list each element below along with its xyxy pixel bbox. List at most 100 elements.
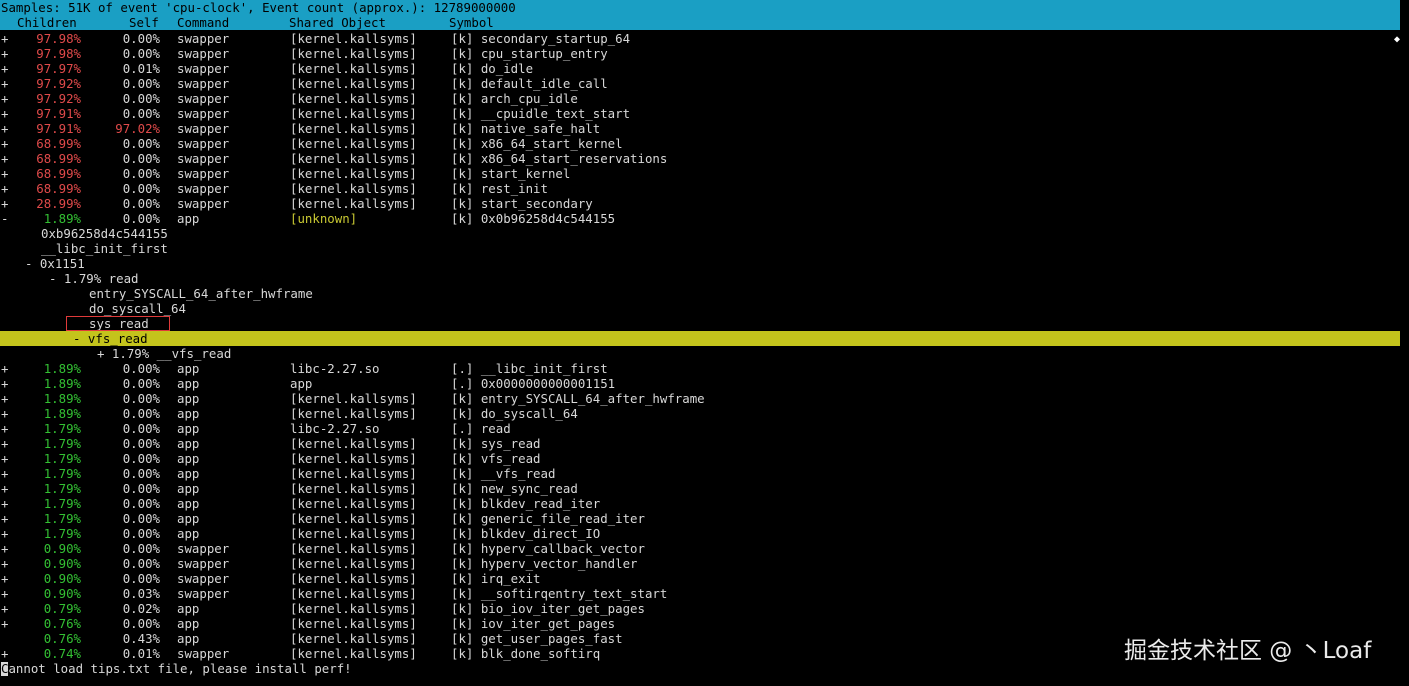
symbol-name: [k] __cpuidle_text_start <box>451 106 631 121</box>
command-name: swapper <box>177 61 230 76</box>
col-self: Self <box>129 15 159 30</box>
report-entry-row[interactable]: +0.90% 0.00% swapper [kernel.kallsyms] [k] i… <box>0 571 1400 586</box>
children-percent: 28.99% <box>36 196 81 211</box>
shared-object: [kernel.kallsyms] <box>290 406 417 421</box>
report-entry-row[interactable]: +97.97% 0.01% swapper [kernel.kallsyms] [k] … <box>0 61 1400 76</box>
children-percent: 0.90% <box>43 586 81 601</box>
status-line: Cannot load tips.txt file, please instal… <box>1 661 352 676</box>
children-percent: 0.90% <box>43 556 81 571</box>
callchain-row[interactable]: entry_SYSCALL_64_after_hwframe <box>0 286 1400 301</box>
col-command: Command <box>177 15 230 30</box>
report-entry-row[interactable]: +97.91% 97.02% swapper [kernel.kallsyms] [k]… <box>0 121 1400 136</box>
symbol-name: [k] 0x0b96258d4c544155 <box>451 211 616 226</box>
callchain-row-selected[interactable]: - vfs_read <box>0 331 1400 346</box>
report-entry-row[interactable]: +28.99% 0.00% swapper [kernel.kallsyms] [k] … <box>0 196 1400 211</box>
report-entry-row[interactable]: +97.92% 0.00% swapper [kernel.kallsyms] [k] … <box>0 91 1400 106</box>
callchain-frame: - 1.79% read <box>49 271 139 286</box>
status-first-char: C <box>1 661 9 676</box>
shared-object: [kernel.kallsyms] <box>290 76 417 91</box>
report-entry-row[interactable]: +0.90% 0.03% swapper [kernel.kallsyms] [k] _… <box>0 586 1400 601</box>
report-entry-row[interactable]: +0.79% 0.02% app [kernel.kallsyms] [k] bio_i… <box>0 601 1400 616</box>
callchain-row[interactable]: - 0x1151 <box>0 256 1400 271</box>
report-entry-row[interactable]: +97.92% 0.00% swapper [kernel.kallsyms] [k] … <box>0 76 1400 91</box>
command-name: swapper <box>177 196 230 211</box>
children-percent: 1.79% <box>43 511 81 526</box>
callchain-frame: entry_SYSCALL_64_after_hwframe <box>89 286 313 301</box>
self-percent: 0.00% <box>122 511 160 526</box>
shared-object: app <box>290 376 313 391</box>
callchain-row[interactable]: - 1.79% read <box>0 271 1400 286</box>
report-entry-row[interactable]: +0.76% 0.00% app [kernel.kallsyms] [k] iov_i… <box>0 616 1400 631</box>
shared-object: [kernel.kallsyms] <box>290 481 417 496</box>
report-entry-row[interactable]: -1.89% 0.00% app [unknown] [k] 0x0b96258d4c5… <box>0 211 1400 226</box>
report-entry-row[interactable]: +97.98% 0.00% swapper [kernel.kallsyms] [k] … <box>0 31 1400 46</box>
children-percent: 97.91% <box>36 121 81 136</box>
self-percent: 0.00% <box>122 466 160 481</box>
command-name: swapper <box>177 76 230 91</box>
report-entry-row[interactable]: +68.99% 0.00% swapper [kernel.kallsyms] [k] … <box>0 151 1400 166</box>
report-entry-row[interactable]: +1.89% 0.00% app app [.] 0x0000000000001151 <box>0 376 1400 391</box>
report-entry-row[interactable]: +1.89% 0.00% app [kernel.kallsyms] [k] do_sy… <box>0 406 1400 421</box>
report-entry-row[interactable]: +0.90% 0.00% swapper [kernel.kallsyms] [k] h… <box>0 556 1400 571</box>
report-entry-row[interactable]: +68.99% 0.00% swapper [kernel.kallsyms] [k] … <box>0 166 1400 181</box>
samples-header-row: Samples: 51K of event 'cpu-clock', Event… <box>0 0 1400 15</box>
symbol-name: [k] start_kernel <box>451 166 571 181</box>
perf-report-terminal: Samples: 51K of event 'cpu-clock', Event… <box>0 0 1409 686</box>
command-name: app <box>177 436 200 451</box>
children-percent: 1.89% <box>43 376 81 391</box>
callchain-frame: - vfs_read <box>73 331 148 346</box>
self-percent: 0.03% <box>122 586 160 601</box>
command-name: swapper <box>177 91 230 106</box>
self-percent: 0.00% <box>122 526 160 541</box>
self-percent: 0.01% <box>122 646 160 661</box>
report-entry-row[interactable]: +1.79% 0.00% app [kernel.kallsyms] [k] new_s… <box>0 481 1400 496</box>
command-name: swapper <box>177 586 230 601</box>
children-percent: 1.89% <box>43 391 81 406</box>
callchain-frame: - 0x1151 <box>25 256 85 271</box>
report-entry-row[interactable]: +68.99% 0.00% swapper [kernel.kallsyms] [k] … <box>0 136 1400 151</box>
shared-object: [kernel.kallsyms] <box>290 31 417 46</box>
callchain-row[interactable]: sys_read <box>0 316 1400 331</box>
self-percent: 0.00% <box>122 616 160 631</box>
command-name: swapper <box>177 31 230 46</box>
command-name: app <box>177 406 200 421</box>
children-percent: 97.92% <box>36 91 81 106</box>
report-entry-row[interactable]: +1.79% 0.00% app libc-2.27.so [.] read <box>0 421 1400 436</box>
report-entry-row[interactable]: +1.79% 0.00% app [kernel.kallsyms] [k] vfs_r… <box>0 451 1400 466</box>
report-entry-row[interactable]: +97.98% 0.00% swapper [kernel.kallsyms] [k] … <box>0 46 1400 61</box>
shared-object: [kernel.kallsyms] <box>290 556 417 571</box>
command-name: swapper <box>177 646 230 661</box>
callchain-row[interactable]: 0xb96258d4c544155 <box>0 226 1400 241</box>
symbol-name: [k] __softirqentry_text_start <box>451 586 668 601</box>
report-entry-row[interactable]: +68.99% 0.00% swapper [kernel.kallsyms] [k] … <box>0 181 1400 196</box>
callchain-row[interactable]: + 1.79% __vfs_read <box>0 346 1400 361</box>
self-percent: 0.00% <box>122 361 160 376</box>
children-percent: 1.79% <box>43 451 81 466</box>
column-header-row: Children Self Command Shared Object Symb… <box>0 15 1400 30</box>
children-percent: 1.79% <box>43 496 81 511</box>
shared-object: [kernel.kallsyms] <box>290 136 417 151</box>
report-entry-row[interactable]: +1.79% 0.00% app [kernel.kallsyms] [k] __vfs… <box>0 466 1400 481</box>
report-entry-row[interactable]: +1.89% 0.00% app libc-2.27.so [.] __libc_ini… <box>0 361 1400 376</box>
callchain-row[interactable]: do_syscall_64 <box>0 301 1400 316</box>
children-percent: 1.89% <box>43 406 81 421</box>
report-entry-row[interactable]: +1.89% 0.00% app [kernel.kallsyms] [k] entry… <box>0 391 1400 406</box>
report-entry-row[interactable]: +1.79% 0.00% app [kernel.kallsyms] [k] blkde… <box>0 526 1400 541</box>
self-percent: 0.00% <box>122 46 160 61</box>
command-name: app <box>177 526 200 541</box>
self-percent: 0.00% <box>122 481 160 496</box>
report-entry-row[interactable]: +0.90% 0.00% swapper [kernel.kallsyms] [k] h… <box>0 541 1400 556</box>
report-entry-row[interactable]: +1.79% 0.00% app [kernel.kallsyms] [k] gener… <box>0 511 1400 526</box>
symbol-name: [k] secondary_startup_64 <box>451 31 631 46</box>
self-percent: 0.00% <box>122 556 160 571</box>
children-percent: 68.99% <box>36 181 81 196</box>
children-percent: 97.91% <box>36 106 81 121</box>
callchain-row[interactable]: __libc_init_first <box>0 241 1400 256</box>
report-entry-row[interactable]: +97.91% 0.00% swapper [kernel.kallsyms] [k] … <box>0 106 1400 121</box>
report-entry-row[interactable]: +1.79% 0.00% app [kernel.kallsyms] [k] blkde… <box>0 496 1400 511</box>
report-entry-row[interactable]: +1.79% 0.00% app [kernel.kallsyms] [k] sys_r… <box>0 436 1400 451</box>
symbol-name: [k] get_user_pages_fast <box>451 631 623 646</box>
self-percent: 0.00% <box>122 31 160 46</box>
shared-object: [kernel.kallsyms] <box>290 451 417 466</box>
children-percent: 0.90% <box>43 541 81 556</box>
